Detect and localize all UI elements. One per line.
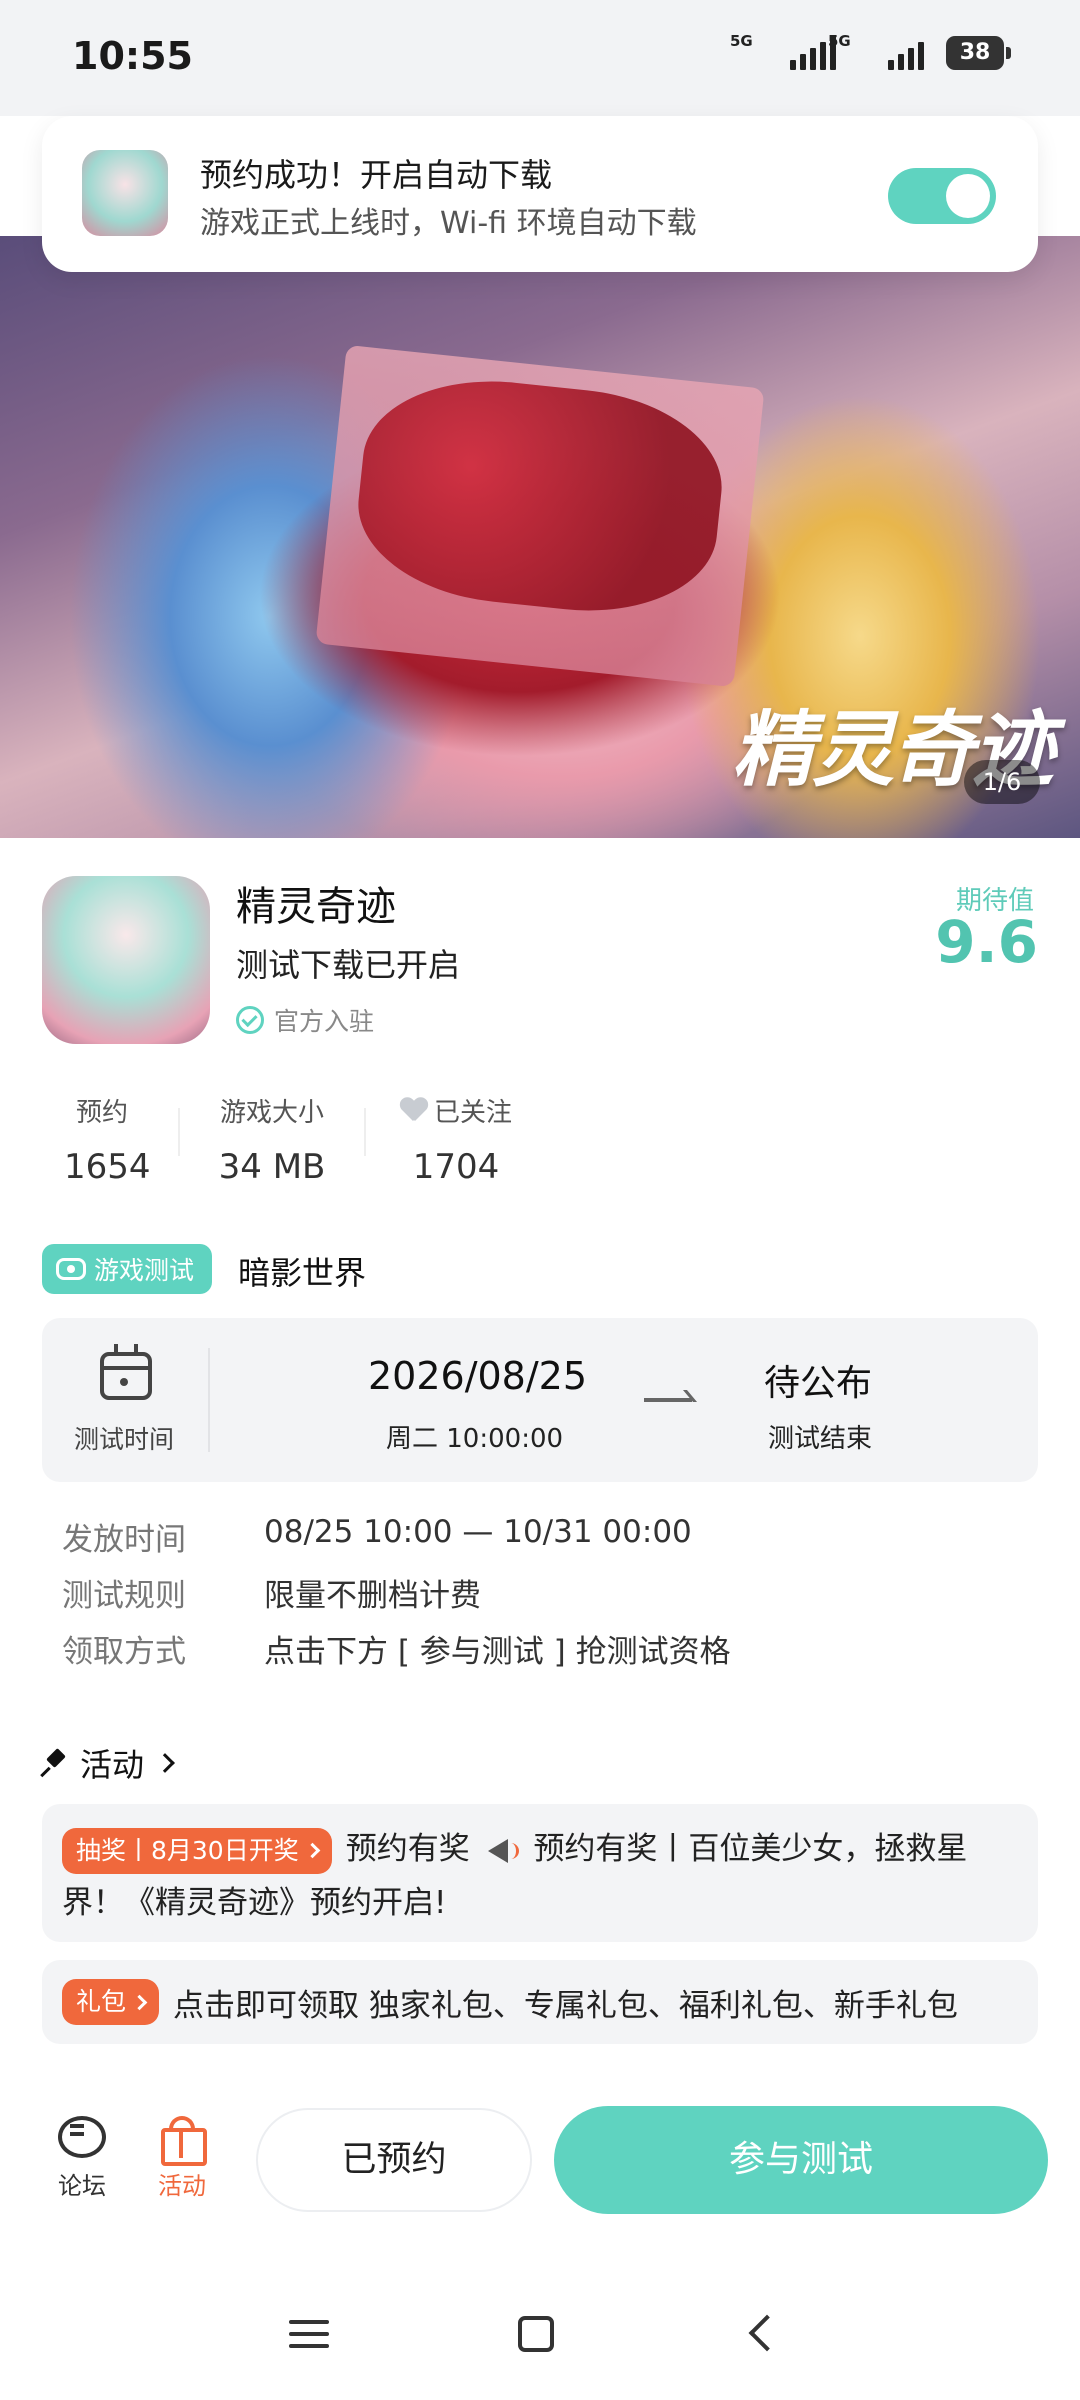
test-time-label: 测试时间 — [74, 1425, 175, 1454]
chat-bubble-icon — [56, 2114, 108, 2158]
chevron-right-icon — [155, 1753, 175, 1773]
gift-text: 点击即可领取 独家礼包、专属礼包、福利礼包、新手礼包 — [173, 1987, 958, 2024]
activity-card-lottery[interactable]: 抽奖丨8月30日开奖 预约有奖 预约有奖丨百位美少女，拯救星界！《精灵奇迹》预约… — [42, 1804, 1038, 1942]
banner-page-counter: 1/6 — [964, 760, 1040, 804]
game-name: 精灵奇迹 — [236, 884, 396, 930]
activity-title: 活动 — [80, 1746, 145, 1784]
toast-game-icon — [82, 150, 168, 236]
info-row-release-time: 发放时间 08/25 10:00 — 10/31 00:00 — [62, 1514, 692, 1559]
reservation-toast: 预约成功！开启自动下载 游戏正式上线时，Wi-fi 环境自动下载 — [42, 116, 1038, 272]
activity-section-header[interactable]: 活动 — [42, 1740, 175, 1786]
game-icon — [42, 876, 210, 1044]
heart-icon — [400, 1098, 428, 1124]
test-tag-label: 游戏测试 — [94, 1256, 195, 1285]
home-icon[interactable] — [518, 2316, 554, 2352]
lottery-badge: 抽奖丨8月30日开奖 — [62, 1827, 332, 1874]
network-type-1: 5G — [730, 32, 753, 50]
stat-game-size: 游戏大小 34 MB — [214, 1092, 330, 1187]
chevron-right-icon — [131, 1994, 148, 2010]
info-value: 限量不删档计费 — [264, 1578, 481, 1614]
test-world-name: 暗影世界 — [238, 1254, 367, 1292]
stat-reservations: 预约 1654 — [64, 1092, 151, 1187]
gift-badge-label: 礼包 — [76, 1987, 127, 2016]
test-start-date: 2026/08/25 — [368, 1354, 588, 1398]
official-badge: 官方入驻 — [236, 1002, 374, 1038]
divider — [208, 1348, 210, 1452]
arrow-right-icon — [644, 1398, 692, 1402]
expect-value: 9.6 — [935, 908, 1038, 976]
stat-label-text: 已关注 — [433, 1098, 512, 1128]
join-test-button[interactable]: 参与测试 — [554, 2106, 1048, 2214]
calendar-icon — [100, 1344, 152, 1400]
gamepad-icon — [56, 1258, 86, 1280]
activity-card-gift[interactable]: 礼包 点击即可领取 独家礼包、专属礼包、福利礼包、新手礼包 — [42, 1960, 1038, 2044]
game-test-tag: 游戏测试 — [42, 1244, 213, 1294]
test-time-card: 测试时间 2026/08/25 周二 10:00:00 待公布 测试结束 — [42, 1318, 1038, 1482]
official-label: 官方入驻 — [274, 1007, 375, 1036]
status-bar: 10:55 5G 5G 38 — [0, 0, 1080, 116]
stat-label-follow: 已关注 — [398, 1092, 514, 1129]
network-type-2: 5G — [828, 32, 851, 50]
nav-activity[interactable]: 活动 — [142, 2114, 222, 2201]
info-row-claim-method: 领取方式 点击下方 [ 参与测试 ] 抢测试资格 — [62, 1626, 731, 1671]
status-icons: 5G 5G 38 — [730, 32, 1011, 70]
cellular-signal-icon-2: 5G — [828, 32, 924, 70]
test-end-date: 待公布 — [764, 1363, 873, 1404]
reserved-button[interactable]: 已预约 — [256, 2108, 532, 2212]
info-value: 点击下方 [ 参与测试 ] 抢测试资格 — [264, 1634, 731, 1670]
gift-icon — [159, 2114, 207, 2166]
nav-forum[interactable]: 论坛 — [42, 2114, 122, 2201]
pin-icon — [42, 1750, 68, 1776]
megaphone-icon — [484, 1837, 520, 1865]
game-status: 测试下载已开启 — [236, 946, 461, 984]
test-end-label: 测试结束 — [768, 1424, 873, 1454]
info-key: 发放时间 — [62, 1522, 186, 1558]
toggle-knob — [946, 174, 990, 218]
info-value: 08/25 10:00 — 10/31 00:00 — [264, 1514, 692, 1550]
info-key: 测试规则 — [62, 1578, 186, 1614]
toast-subtitle: 游戏正式上线时，Wi-fi 环境自动下载 — [200, 206, 697, 241]
banner-carousel[interactable]: 精灵奇迹 1/6 — [0, 236, 1080, 838]
menu-icon[interactable] — [289, 2320, 329, 2350]
battery-icon: 38 — [946, 36, 1011, 70]
info-row-test-rules: 测试规则 限量不删档计费 — [62, 1570, 481, 1615]
auto-download-toggle[interactable] — [888, 168, 996, 224]
lottery-badge-label: 抽奖丨8月30日开奖 — [76, 1835, 299, 1865]
stat-label: 游戏大小 — [219, 1098, 324, 1128]
status-time: 10:55 — [72, 34, 193, 78]
back-icon[interactable] — [748, 2314, 786, 2352]
stat-label: 预约 — [75, 1098, 128, 1128]
info-key: 领取方式 — [62, 1634, 186, 1670]
chevron-right-icon — [304, 1842, 320, 1859]
gift-badge: 礼包 — [62, 1979, 160, 2025]
toast-title: 预约成功！开启自动下载 — [200, 156, 553, 194]
nav-forum-label: 论坛 — [58, 2172, 106, 2200]
stat-divider — [364, 1108, 366, 1156]
stat-divider — [178, 1108, 180, 1156]
check-circle-icon — [236, 1006, 264, 1034]
test-start-time: 周二 10:00:00 — [386, 1424, 564, 1454]
nav-activity-label: 活动 — [158, 2172, 206, 2200]
stat-value: 34 MB — [218, 1147, 326, 1187]
stat-value: 1654 — [64, 1147, 151, 1187]
stat-value: 1704 — [412, 1147, 500, 1187]
lottery-text-a: 预约有奖 — [345, 1831, 470, 1867]
stat-followers[interactable]: 已关注 1704 — [398, 1092, 514, 1187]
cellular-signal-icon: 5G — [730, 32, 836, 70]
